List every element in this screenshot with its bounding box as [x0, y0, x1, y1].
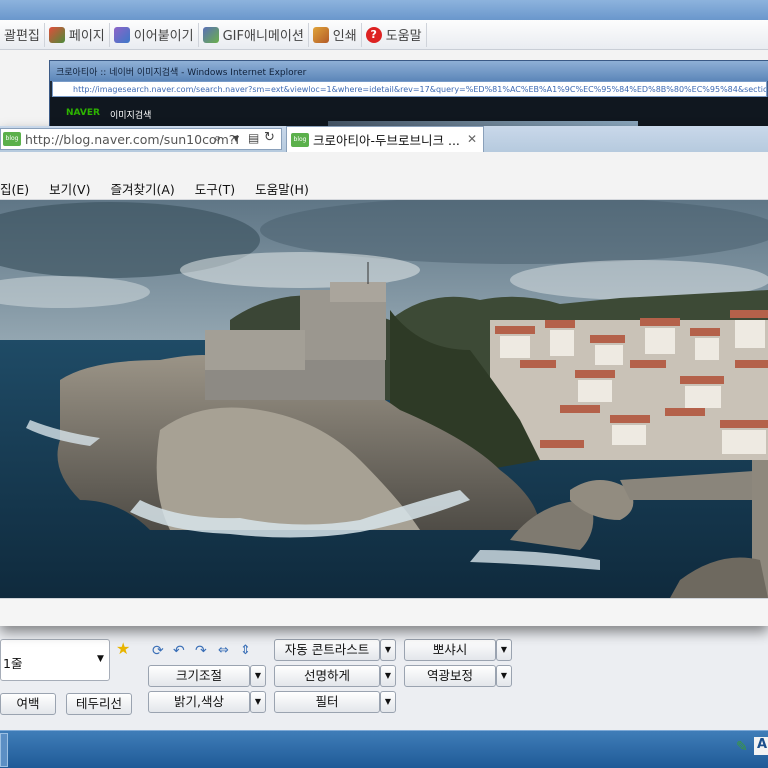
- soft-focus-button[interactable]: 뽀샤시: [404, 639, 496, 661]
- blog-favicon-icon: blog: [291, 132, 309, 147]
- frame-style-select[interactable]: 1줄 ▼: [0, 639, 110, 681]
- help-icon: ?: [365, 26, 382, 43]
- search-icon[interactable]: ⌕: [214, 131, 221, 146]
- sharpen-button[interactable]: 선명하게: [274, 665, 380, 687]
- backlight-dropdown[interactable]: ▼: [496, 665, 512, 687]
- toolbar-item-label: 인쇄: [332, 29, 357, 44]
- flip-horizontal-icon[interactable]: ⇔: [218, 643, 229, 658]
- ie-tab-row: blog http://blog.naver.com/sun10com?I ⌕ …: [0, 126, 768, 152]
- chevron-down-icon: ▼: [97, 654, 104, 664]
- toolbar-item-label: GIF애니메이션: [222, 29, 304, 44]
- toolbar-item-label: 괄편집: [4, 29, 40, 44]
- menu-item-help[interactable]: 도움말(H): [245, 179, 319, 198]
- toolbar-item-help[interactable]: ? 도움말: [362, 22, 427, 47]
- ie-window-foreground: blog http://blog.naver.com/sun10com?I ⌕ …: [0, 126, 768, 626]
- toolbar-item-gif-animation[interactable]: GIF애니메이션: [199, 22, 309, 47]
- address-bar[interactable]: blog http://blog.naver.com/sun10com?I: [0, 128, 282, 150]
- flip-vertical-icon[interactable]: ⇕: [240, 643, 251, 658]
- auto-contrast-dropdown[interactable]: ▼: [380, 639, 396, 661]
- brightness-color-dropdown[interactable]: ▼: [250, 691, 266, 713]
- toolbar-item-print[interactable]: 인쇄: [309, 22, 362, 47]
- ie-back-address-bar[interactable]: http://imagesearch.naver.com/search.nave…: [52, 81, 767, 97]
- sharpen-dropdown[interactable]: ▼: [380, 665, 396, 687]
- close-icon[interactable]: ✕: [467, 132, 477, 146]
- naver-section-title[interactable]: 이미지검색: [110, 108, 151, 121]
- rotate-icon[interactable]: ⟳: [152, 643, 164, 659]
- print-icon: [312, 26, 329, 43]
- menu-bar: 집(E) 보기(V) 즐겨찾기(A) 도구(T) 도움말(H): [0, 178, 768, 200]
- compatibility-icon[interactable]: ▤: [248, 131, 259, 145]
- redo-icon[interactable]: ↷: [195, 643, 207, 659]
- toolbar-item-label: 이어붙이기: [133, 29, 194, 44]
- language-bar-icon[interactable]: ✎: [736, 739, 748, 755]
- ie-back-address: http://imagesearch.naver.com/search.nave…: [73, 85, 767, 94]
- brightness-color-button[interactable]: 밝기,색상: [148, 691, 250, 713]
- undo-icon[interactable]: ↶: [173, 643, 185, 659]
- input-mode-indicator[interactable]: A: [754, 737, 768, 755]
- tab-title: 크로아티아-두브로브니크 ...: [313, 133, 460, 148]
- ie-back-title-bar: 크로아티아 :: 네이버 이미지검색 - Windows Internet Ex…: [50, 61, 768, 81]
- toolbar-item-label: 페이지: [68, 29, 105, 44]
- naver-logo[interactable]: NAVER: [66, 108, 100, 118]
- menu-item-edit[interactable]: 집(E): [0, 179, 39, 198]
- ie-back-title: 크로아티아 :: 네이버 이미지검색 - Windows Internet Ex…: [56, 68, 307, 78]
- auto-contrast-button[interactable]: 자동 콘트라스트: [274, 639, 380, 661]
- resize-button[interactable]: 크기조절: [148, 665, 250, 687]
- menu-item-tools[interactable]: 도구(T): [185, 179, 245, 198]
- desktop: 괄편집 페이지 이어붙이기 GIF애니메이션 인쇄 ? 도움말 1줄 ▼ ★ 여…: [0, 0, 768, 768]
- backlight-button[interactable]: 역광보정: [404, 665, 496, 687]
- gif-animation-icon: [202, 26, 219, 43]
- blog-favicon-icon: blog: [3, 132, 21, 146]
- tab-active[interactable]: blog 크로아티아-두브로브니크 ... ✕: [286, 126, 484, 152]
- filter-dropdown[interactable]: ▼: [380, 691, 396, 713]
- refresh-icon[interactable]: ↻: [264, 130, 275, 145]
- chevron-down-icon[interactable]: ▼: [233, 134, 239, 143]
- margin-button[interactable]: 여백: [0, 693, 56, 715]
- dubrovnik-photo: [0, 200, 768, 598]
- toolbar-item-page[interactable]: 페이지: [45, 22, 110, 47]
- border-button[interactable]: 테두리선: [66, 693, 132, 715]
- address-text: http://blog.naver.com/sun10com?I: [25, 131, 240, 147]
- page-icon: [48, 26, 65, 43]
- resize-dropdown[interactable]: ▼: [250, 665, 266, 687]
- star-icon[interactable]: ★: [116, 639, 130, 658]
- ie-status-area: [0, 598, 768, 626]
- toolbar-item-batch-edit[interactable]: 괄편집: [0, 22, 45, 47]
- taskbar: ✎ A: [0, 730, 768, 768]
- editor-toolbar: 괄편집 페이지 이어붙이기 GIF애니메이션 인쇄 ? 도움말: [0, 20, 768, 50]
- menu-item-favorites[interactable]: 즐겨찾기(A): [100, 179, 184, 198]
- soft-focus-dropdown[interactable]: ▼: [496, 639, 512, 661]
- filter-button[interactable]: 필터: [274, 691, 380, 713]
- toolbar-item-merge[interactable]: 이어붙이기: [110, 22, 199, 47]
- editor-title-bar: [0, 0, 768, 20]
- frame-style-value: 1줄: [3, 656, 23, 671]
- ie-toolbar-area: [0, 152, 768, 178]
- menu-item-view[interactable]: 보기(V): [39, 179, 100, 198]
- start-button[interactable]: [0, 733, 8, 767]
- editor-tools-panel: 1줄 ▼ ★ 여백 테두리선 ⟳ ↶ ↷ ⇔ ⇕ 자동 콘트라스트 ▼ 뽀샤시 …: [0, 622, 768, 730]
- toolbar-item-label: 도움말: [385, 29, 422, 44]
- merge-icon: [113, 26, 130, 43]
